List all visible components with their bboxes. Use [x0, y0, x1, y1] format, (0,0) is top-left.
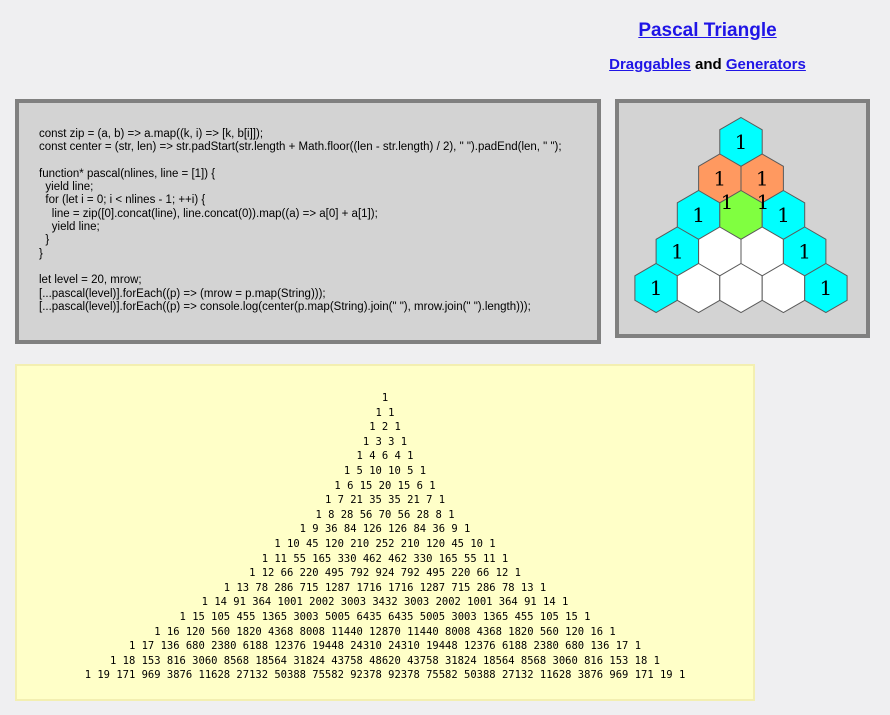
output-row: 1 2 1 [369, 421, 401, 434]
hex-label: 1 [777, 203, 790, 227]
output-row: 1 16 120 560 1820 4368 8008 11440 12870 … [154, 625, 616, 638]
dragged-label[interactable]: 1 [757, 190, 770, 214]
output-row: 1 4 6 4 1 [356, 450, 414, 463]
draggable-triangle-panel: 11111111111 [615, 99, 870, 338]
output-row: 1 11 55 165 330 462 462 330 165 55 11 1 [261, 552, 509, 565]
output-row: 1 [381, 392, 389, 404]
generators-link[interactable]: Generators [726, 56, 806, 73]
output-row: 1 13 78 286 715 1287 1716 1716 1287 715 … [223, 581, 547, 594]
hex-label: 1 [756, 167, 769, 191]
hex-label: 1 [820, 276, 833, 300]
output-row: 1 8 28 56 70 56 28 8 1 [315, 508, 455, 521]
hex-label: 1 [671, 240, 684, 264]
output-row: 1 7 21 35 35 21 7 1 [324, 494, 446, 507]
output-row: 1 12 66 220 495 792 924 792 495 220 66 1… [249, 567, 521, 580]
and-text: and [694, 56, 722, 73]
output-row: 1 5 10 10 5 1 [343, 465, 427, 477]
hex-label: 1 [798, 240, 811, 264]
output-row: 1 3 3 1 [362, 435, 408, 448]
output-row: 1 19 171 969 3876 11628 27132 50388 7558… [84, 669, 686, 682]
output-row: 1 6 15 20 15 6 1 [334, 479, 436, 492]
output-row: 1 17 136 680 2380 6188 12376 19448 24310… [128, 640, 642, 653]
hex-label: 1 [650, 276, 663, 300]
output-row: 1 15 105 455 1365 3003 5005 6435 6435 50… [179, 611, 591, 623]
page-header: Pascal Triangle Draggables and Generator… [595, 20, 820, 73]
dragged-label[interactable]: 1 [721, 190, 734, 214]
code-panel: const zip = (a, b) => a.map((k, i) => [k… [15, 99, 601, 344]
hex-triangle: 11 11 11 11 11 1 [634, 116, 848, 314]
output-row: 1 9 36 84 126 126 84 36 9 1 [299, 523, 471, 536]
draggables-link[interactable]: Draggables [609, 56, 691, 73]
hex-label: 1 [713, 167, 726, 191]
output-row: 1 18 153 816 3060 8568 18564 31824 43758… [110, 654, 660, 667]
output-row: 1 10 45 120 210 252 210 120 45 10 1 [274, 538, 496, 550]
page-title-link[interactable]: Pascal Triangle [638, 20, 776, 42]
console-output-panel: 1 1 1 1 2 11 3 3 1 1 4 6 4 1 1 5 10 10 5 1 1 … [15, 364, 755, 701]
hex-label: 1 [692, 203, 705, 227]
subtitle: Draggables and Generators [595, 56, 820, 73]
code-block: const zip = (a, b) => a.map((k, i) => [k… [39, 128, 562, 313]
output-row: 1 14 91 364 1001 2002 3003 3432 3003 200… [201, 596, 569, 609]
output-row: 1 1 [375, 406, 395, 419]
hex-label: 1 [735, 130, 748, 154]
